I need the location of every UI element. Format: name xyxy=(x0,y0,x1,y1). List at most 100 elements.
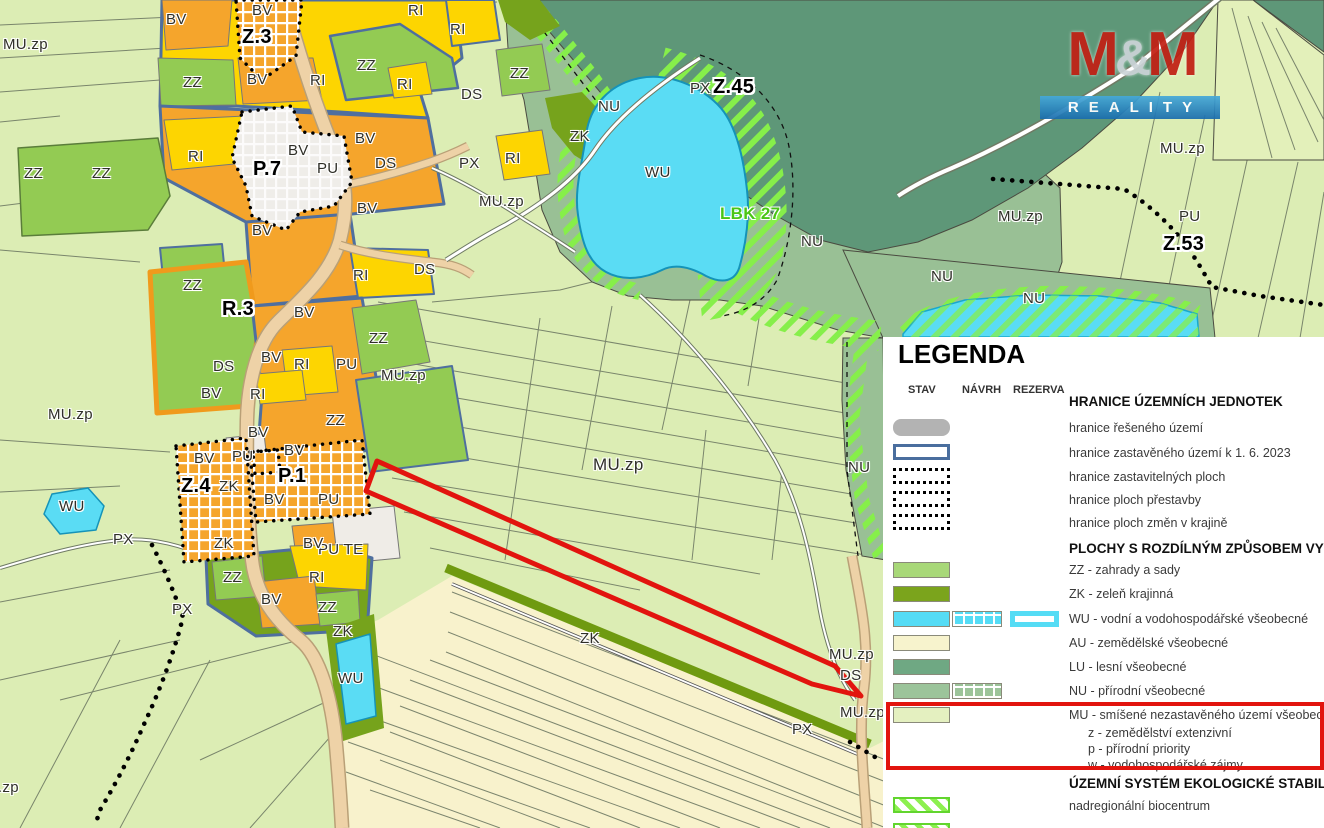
map-label: DS xyxy=(414,261,435,278)
swatch-zmeny-v-krajine xyxy=(893,514,950,530)
legend-label-b5: hranice ploch změn v krajině xyxy=(1069,516,1227,530)
legend-label-b3: hranice zastavitelných ploch xyxy=(1069,470,1225,484)
map-label: MU.zp xyxy=(840,704,885,721)
swatch-zastavene-uzemi xyxy=(893,444,950,460)
legend-col-stav: STAV xyxy=(908,384,936,396)
map-label: MU.zp xyxy=(3,36,48,53)
map-label: WU xyxy=(338,670,364,687)
map-label: R.3 xyxy=(222,298,254,321)
map-label: ZZ xyxy=(318,599,337,616)
map-label: PU xyxy=(336,356,357,373)
map-label: P.7 xyxy=(253,158,281,181)
swatch-au xyxy=(893,635,950,651)
map-label: PX xyxy=(172,601,193,618)
map-label: ZK xyxy=(570,128,590,145)
swatch-wu-navrh xyxy=(952,611,1002,627)
map-label: RI xyxy=(188,148,204,165)
legend-label-b1: hranice řešeného území xyxy=(1069,421,1203,435)
map-label: ZZ xyxy=(357,57,376,74)
legend-label-wu: WU - vodní a vodohospodářské všeobecné xyxy=(1069,612,1308,626)
map-label: ZK xyxy=(333,623,353,640)
map-label: NU xyxy=(1023,290,1045,307)
map-label: Z.45 xyxy=(713,76,754,99)
map-label: Z.53 xyxy=(1163,233,1204,256)
map-label: ZZ xyxy=(183,277,202,294)
map-label: DS xyxy=(375,155,396,172)
swatch-wu-rezerva xyxy=(1010,611,1059,627)
legend-heading-uses: ÚZEMNÍ SYSTÉM EKOLOGICKÉ STABILITY xyxy=(1069,776,1324,791)
legend-heading-boundaries: HRANICE ÚZEMNÍCH JEDNOTEK xyxy=(1069,394,1283,409)
map-label: WU xyxy=(59,498,85,515)
map-label: NU xyxy=(931,268,953,285)
swatch-zz xyxy=(893,562,950,578)
map-label: WU xyxy=(645,164,671,181)
mm-reality-logo: M&M REALITY xyxy=(1038,30,1224,124)
map-label: BV xyxy=(303,535,324,552)
map-label: PU TE xyxy=(318,541,363,558)
swatch-partial-bottom xyxy=(893,823,950,828)
map-label: BV xyxy=(261,349,282,366)
map-label: Z.4 xyxy=(181,475,211,498)
legend-label-lu: LU - lesní všeobecné xyxy=(1069,660,1186,674)
map-label: P.1 xyxy=(278,465,306,488)
legend-label-zz: ZZ - zahrady a sady xyxy=(1069,563,1180,577)
map-label: BV xyxy=(252,222,273,239)
map-label: BV xyxy=(288,142,309,159)
swatch-plochy-prestavby xyxy=(893,491,950,507)
map-label: RI xyxy=(450,21,466,38)
map-label: BV xyxy=(247,71,268,88)
map-label: NU xyxy=(848,459,870,476)
map-label: DS xyxy=(840,667,861,684)
map-label: NU xyxy=(598,98,620,115)
map-label: ZZ xyxy=(369,330,388,347)
map-label: BV xyxy=(248,424,269,441)
map-label: PX xyxy=(113,531,134,548)
map-label: PX xyxy=(792,721,813,738)
map-label: MU.zp xyxy=(0,779,19,796)
map-label: MU.zp xyxy=(1160,140,1205,157)
map-label: PU xyxy=(232,448,253,465)
swatch-zastavitelne-plochy xyxy=(893,468,950,484)
legend-heading-plochy: PLOCHY S ROZDÍLNÝM ZPŮSOBEM VYUŽITÍ xyxy=(1069,541,1324,556)
legend-label-b4: hranice ploch přestavby xyxy=(1069,493,1201,507)
map-label: PU xyxy=(1179,208,1200,225)
map-label: RI xyxy=(397,76,413,93)
map-label: BV xyxy=(355,130,376,147)
map-label: RI xyxy=(310,72,326,89)
map-label: BV xyxy=(357,200,378,217)
legend-mu-highlight-box xyxy=(886,702,1324,770)
map-label: Z.3 xyxy=(242,26,272,49)
map-label: MU.zp xyxy=(998,208,1043,225)
legend-label-nu: NU - přírodní všeobecné xyxy=(1069,684,1205,698)
map-label: BV xyxy=(261,591,282,608)
legend-col-navrh: NÁVRH xyxy=(962,384,1001,396)
map-label: NU xyxy=(801,233,823,250)
logo-ampersand: & xyxy=(1115,30,1147,86)
map-label: ZZ xyxy=(183,74,202,91)
swatch-resene-uzemi xyxy=(893,419,950,436)
map-label: BV xyxy=(201,385,222,402)
map-label: RI xyxy=(505,150,521,167)
map-label: DS xyxy=(213,358,234,375)
map-label: DS xyxy=(461,86,482,103)
map-label: PX xyxy=(459,155,480,172)
map-label: MU.zp xyxy=(593,455,644,475)
map-label: RI xyxy=(250,386,266,403)
swatch-nadregionalni-biocentrum xyxy=(893,797,950,813)
map-label: ZK xyxy=(580,630,600,647)
map-label: BV xyxy=(284,442,305,459)
logo-reality-bar: REALITY xyxy=(1040,96,1220,119)
map-label: ZZ xyxy=(92,165,111,182)
swatch-zk xyxy=(893,586,950,602)
map-label: MU.zp xyxy=(48,406,93,423)
map-label: ZZ xyxy=(24,165,43,182)
legend-title: LEGENDA xyxy=(898,339,1025,370)
map-label: MU.zp xyxy=(829,646,874,663)
map-label: RI xyxy=(294,356,310,373)
map-label: ZK xyxy=(214,535,234,552)
map-label: ZK xyxy=(219,478,239,495)
map-label: ZZ xyxy=(223,569,242,586)
legend-col-rezerva: REZERVA xyxy=(1013,384,1065,396)
map-label: RI xyxy=(309,569,325,586)
map-label: PU xyxy=(318,491,339,508)
